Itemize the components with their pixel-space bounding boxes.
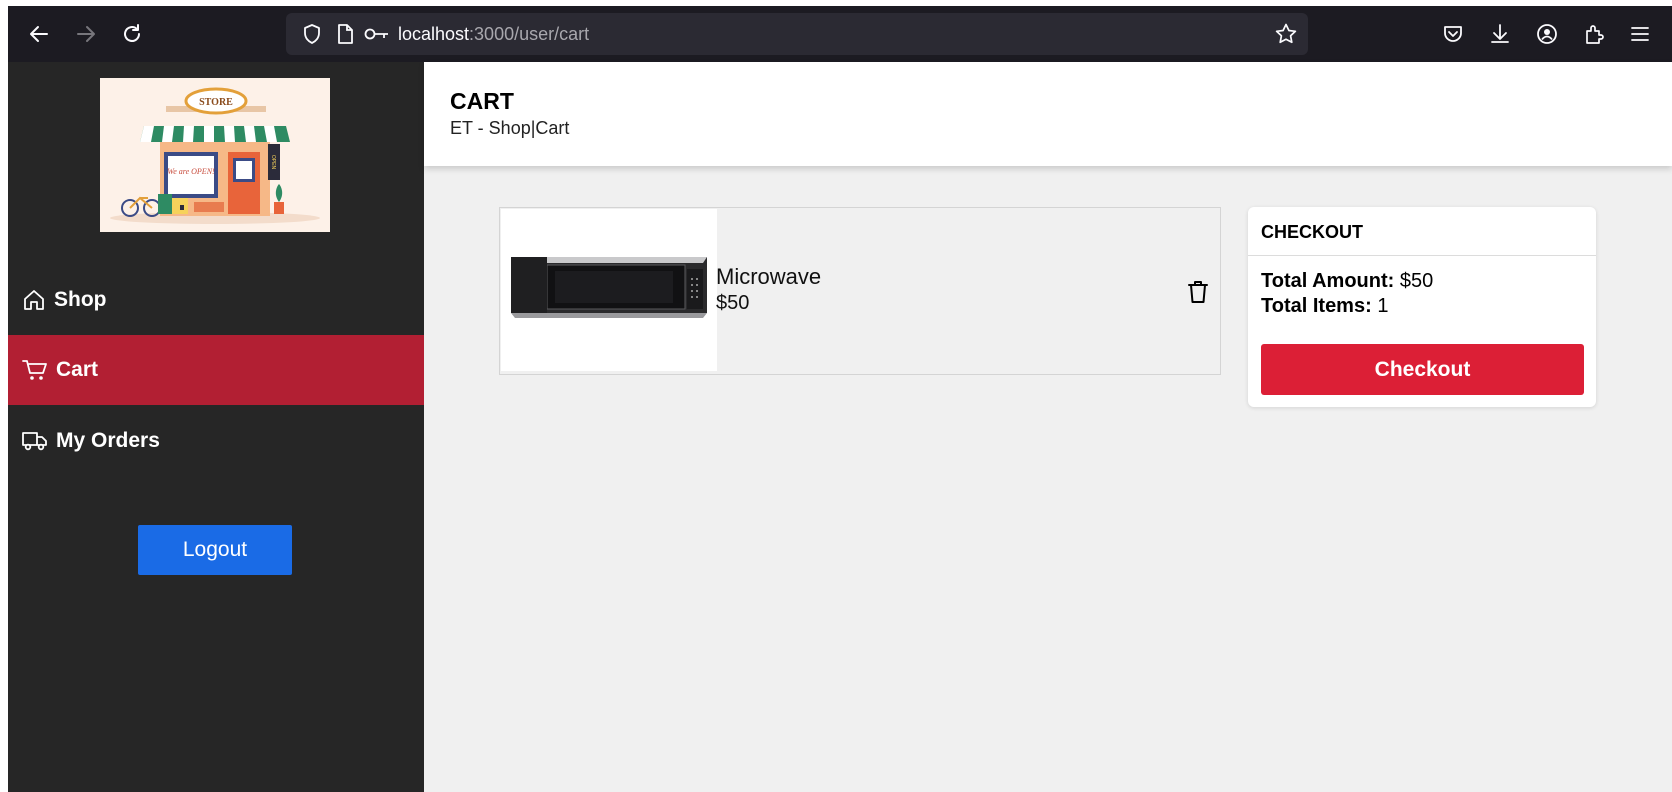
back-button[interactable] — [23, 18, 55, 50]
breadcrumb: ET - Shop|Cart — [450, 118, 570, 138]
sidebar-item-my-orders[interactable]: My Orders — [8, 406, 424, 476]
total-amount-value: $50 — [1399, 270, 1434, 292]
truck-icon — [22, 432, 47, 451]
total-items-label: Total Items: — [1261, 295, 1372, 317]
sidebar-item-shop[interactable]: Shop — [8, 265, 424, 335]
cart-icon — [22, 360, 47, 380]
page-header: CART ET - Shop|Cart — [424, 62, 1672, 166]
total-items-value: 1 — [1377, 295, 1389, 317]
reload-button[interactable] — [116, 18, 148, 50]
cart-item: Microwave $50 — [499, 207, 1221, 375]
sidebar-item-cart[interactable]: Cart — [8, 335, 424, 405]
url-text[interactable]: localhost:3000/user/cart — [398, 24, 589, 45]
sidebar: STORE We are OPEN! OPEN Shop Cart My Ord… — [8, 62, 424, 792]
extensions-icon[interactable] — [1579, 19, 1609, 49]
pocket-icon[interactable] — [1438, 19, 1468, 49]
total-items: Total Items: 1 — [1261, 295, 1388, 318]
checkout-card: CHECKOUT Total Amount: $50 Total Items: … — [1248, 207, 1596, 407]
sidebar-item-label: Cart — [56, 358, 99, 381]
checkout-button[interactable]: Checkout — [1261, 344, 1584, 395]
logo-side-sign: OPEN — [270, 155, 276, 170]
logo-sign-text: STORE — [199, 97, 233, 108]
shield-icon[interactable] — [301, 23, 323, 45]
download-icon[interactable] — [1485, 19, 1515, 49]
account-icon[interactable] — [1532, 19, 1562, 49]
total-amount-label: Total Amount: — [1261, 270, 1395, 292]
arrow-left-icon — [30, 26, 48, 42]
checkout-title: CHECKOUT — [1248, 207, 1596, 256]
product-name: Microwave — [716, 264, 822, 289]
forward-button[interactable] — [70, 18, 102, 50]
trash-icon — [1188, 281, 1208, 303]
menu-icon[interactable] — [1625, 19, 1655, 49]
key-icon[interactable] — [364, 23, 390, 45]
page-title: CART — [450, 88, 514, 114]
logout-button[interactable]: Logout — [138, 525, 292, 575]
reload-icon — [124, 24, 140, 42]
sidebar-item-label: Shop — [54, 288, 107, 311]
home-icon — [24, 290, 44, 310]
product-image — [501, 209, 717, 371]
app-frame: localhost:3000/user/cart STORE We are OP… — [8, 6, 1672, 792]
logo-window-text: We are OPEN! — [167, 167, 215, 176]
remove-item-button[interactable] — [1184, 278, 1212, 306]
url-bar[interactable]: localhost:3000/user/cart — [286, 13, 1308, 55]
arrow-right-icon — [77, 26, 95, 42]
browser-toolbar: localhost:3000/user/cart — [8, 6, 1672, 62]
store-logo: STORE We are OPEN! OPEN — [100, 78, 330, 232]
total-amount: Total Amount: $50 — [1261, 270, 1433, 293]
sidebar-item-label: My Orders — [56, 429, 160, 452]
page-icon[interactable] — [334, 23, 356, 45]
product-price: $50 — [716, 292, 750, 314]
bookmark-star-icon[interactable] — [1274, 23, 1298, 45]
